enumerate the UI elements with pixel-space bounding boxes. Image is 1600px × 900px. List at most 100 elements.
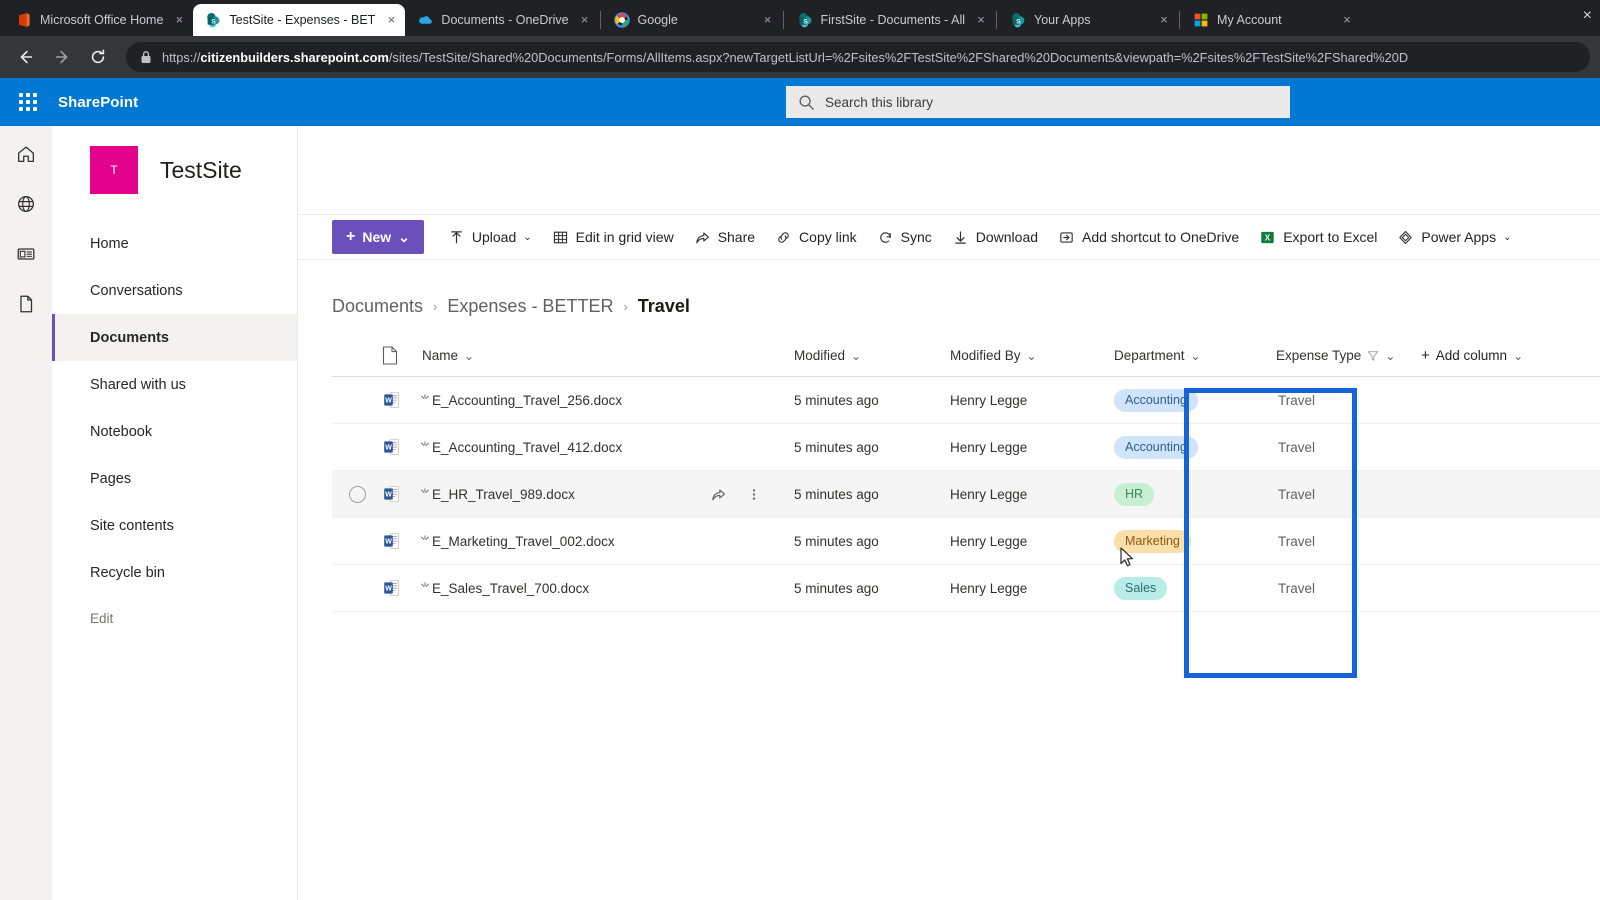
command-label: Download (975, 229, 1039, 245)
command-label: Edit in grid view (575, 229, 674, 245)
svg-text:W: W (385, 586, 392, 593)
sidebar-item-edit[interactable]: Edit (52, 596, 297, 640)
modified-by-cell[interactable]: Henry Legge (950, 534, 1114, 549)
url-prefix: https:// (162, 49, 201, 65)
window-close-button[interactable]: × (1583, 7, 1592, 25)
new-file-sparkle-icon (421, 394, 429, 399)
modified-cell: 5 minutes ago (794, 486, 879, 502)
sidebar-item-site-contents[interactable]: Site contents (52, 502, 297, 549)
add-column-button[interactable]: + Add column ⌄ (1421, 347, 1571, 364)
table-row[interactable]: W E_Accounting_Travel_256.docx 5 minutes a… (332, 377, 1600, 424)
command-sync[interactable]: Sync (867, 217, 942, 257)
browser-tab[interactable]: Documents - OneDrive × (405, 4, 598, 36)
microsoft-icon (1194, 13, 1208, 27)
browser-tab[interactable]: My Account × (1181, 4, 1361, 36)
command-upload[interactable]: Upload ⌄ (438, 217, 542, 257)
document-icon[interactable] (12, 290, 40, 318)
sidebar-item-shared-with-us[interactable]: Shared with us (52, 361, 297, 408)
documents-list: Name ⌄ Modified ⌄ Modified By ⌄ Departme… (298, 335, 1600, 612)
modified-by-cell[interactable]: Henry Legge (950, 487, 1114, 502)
globe-icon[interactable] (12, 190, 40, 218)
file-name-link[interactable]: E_HR_Travel_989.docx (432, 487, 575, 502)
expense-type-value: Travel (1278, 533, 1316, 549)
reload-button[interactable] (82, 41, 114, 73)
new-button-label: New (362, 229, 392, 245)
column-header-modified[interactable]: Modified ⌄ (794, 348, 950, 363)
close-icon[interactable]: × (577, 12, 593, 28)
breadcrumb-item[interactable]: Documents (332, 296, 423, 317)
file-name-cell[interactable]: E_Sales_Travel_700.docx (420, 581, 710, 596)
share-icon[interactable] (710, 486, 727, 503)
table-row[interactable]: W E_Sales_Travel_700.docx 5 minutes ago Hen… (332, 565, 1600, 612)
file-name-cell[interactable]: E_HR_Travel_989.docx (420, 487, 710, 502)
address-bar[interactable]: https://citizenbuilders.sharepoint.com/s… (126, 42, 1590, 72)
column-header-department[interactable]: Department ⌄ (1114, 348, 1248, 363)
filter-icon[interactable] (1367, 350, 1379, 362)
command-edit-in-grid-view[interactable]: Edit in grid view (542, 217, 684, 257)
command-power-apps[interactable]: Power Apps ⌄ (1387, 217, 1521, 257)
add-shortcut-icon (1060, 231, 1073, 243)
back-button[interactable] (10, 41, 42, 73)
row-select-circle-icon[interactable] (348, 485, 366, 503)
modified-by-cell[interactable]: Henry Legge (950, 440, 1114, 455)
sidebar-item-conversations[interactable]: Conversations (52, 267, 297, 314)
command-add-shortcut-to-onedrive[interactable]: Add shortcut to OneDrive (1048, 217, 1249, 257)
file-name-link[interactable]: E_Marketing_Travel_002.docx (432, 534, 615, 549)
sharepoint-brand-link[interactable]: SharePoint (58, 94, 138, 111)
close-icon[interactable]: × (383, 12, 399, 28)
column-header-name[interactable]: Name ⌄ (420, 348, 710, 363)
sidebar-item-documents[interactable]: Documents (52, 314, 297, 361)
search-input[interactable]: Search this library (786, 86, 1290, 118)
command-export-to-excel[interactable]: X Export to Excel (1249, 217, 1387, 257)
command-copy-link[interactable]: Copy link (765, 217, 867, 257)
browser-tab[interactable]: S Your Apps × (998, 4, 1178, 36)
file-name-link[interactable]: E_Sales_Travel_700.docx (432, 581, 589, 596)
browser-tab[interactable]: S TestSite - Expenses - BETTE × (193, 4, 406, 36)
close-icon[interactable]: × (171, 12, 187, 28)
sidebar-item-pages[interactable]: Pages (52, 455, 297, 502)
column-header-modified-by[interactable]: Modified By ⌄ (950, 348, 1114, 363)
modified-by-cell[interactable]: Henry Legge (950, 581, 1114, 596)
download-icon (954, 230, 966, 244)
breadcrumb-item[interactable]: Expenses - BETTER (447, 296, 613, 317)
close-icon[interactable]: × (973, 12, 989, 28)
breadcrumb-item[interactable]: Travel (638, 296, 690, 317)
department-badge: HR (1114, 482, 1155, 506)
close-icon[interactable]: × (1156, 12, 1172, 28)
table-row[interactable]: W E_Marketing_Travel_002.docx 5 minutes ag… (332, 518, 1600, 565)
browser-tab-title: My Account (1217, 13, 1282, 27)
file-name-link[interactable]: E_Accounting_Travel_412.docx (432, 440, 622, 455)
sidebar-item-recycle-bin[interactable]: Recycle bin (52, 549, 297, 596)
file-type-cell: W (382, 484, 420, 504)
browser-tab[interactable]: S FirstSite - Documents - All × (785, 4, 995, 36)
more-options-icon[interactable] (751, 486, 757, 503)
file-name-link[interactable]: E_Accounting_Travel_256.docx (432, 393, 622, 408)
sharepoint-icon: S (1012, 13, 1025, 28)
sidebar-item-home[interactable]: Home (52, 220, 297, 267)
forward-button[interactable] (46, 41, 78, 73)
chevron-down-icon: ⌄ (1026, 348, 1037, 363)
close-icon[interactable]: × (760, 12, 776, 28)
site-title: TestSite (160, 156, 242, 183)
expense-type-cell: Travel (1248, 487, 1421, 502)
table-row[interactable]: W E_HR_Travel_989.docx 5 minutes ago Henry … (332, 471, 1600, 518)
modified-by-cell[interactable]: Henry Legge (950, 393, 1114, 408)
close-icon[interactable]: × (1339, 12, 1355, 28)
browser-tab[interactable]: Microsoft Office Home × (4, 4, 193, 36)
column-header-expense-type[interactable]: Expense Type ⌄ (1248, 348, 1421, 363)
sidebar-item-label: Documents (90, 329, 169, 346)
sidebar-item-notebook[interactable]: Notebook (52, 408, 297, 455)
command-download[interactable]: Download (942, 217, 1048, 257)
command-share[interactable]: Share (684, 217, 765, 257)
browser-tab[interactable]: Google × (602, 4, 782, 36)
news-feed-icon[interactable] (12, 240, 40, 268)
file-name-cell[interactable]: E_Accounting_Travel_256.docx (420, 393, 710, 408)
file-name-cell[interactable]: E_Accounting_Travel_412.docx (420, 440, 710, 455)
table-row[interactable]: W E_Accounting_Travel_412.docx 5 minutes a… (332, 424, 1600, 471)
new-button[interactable]: + New ⌄ (332, 220, 424, 254)
file-name-cell[interactable]: E_Marketing_Travel_002.docx (420, 534, 710, 549)
app-launcher-button[interactable] (4, 78, 52, 126)
file-type-header[interactable] (382, 346, 420, 365)
home-icon[interactable] (12, 140, 40, 168)
row-select-cell[interactable] (332, 485, 382, 503)
